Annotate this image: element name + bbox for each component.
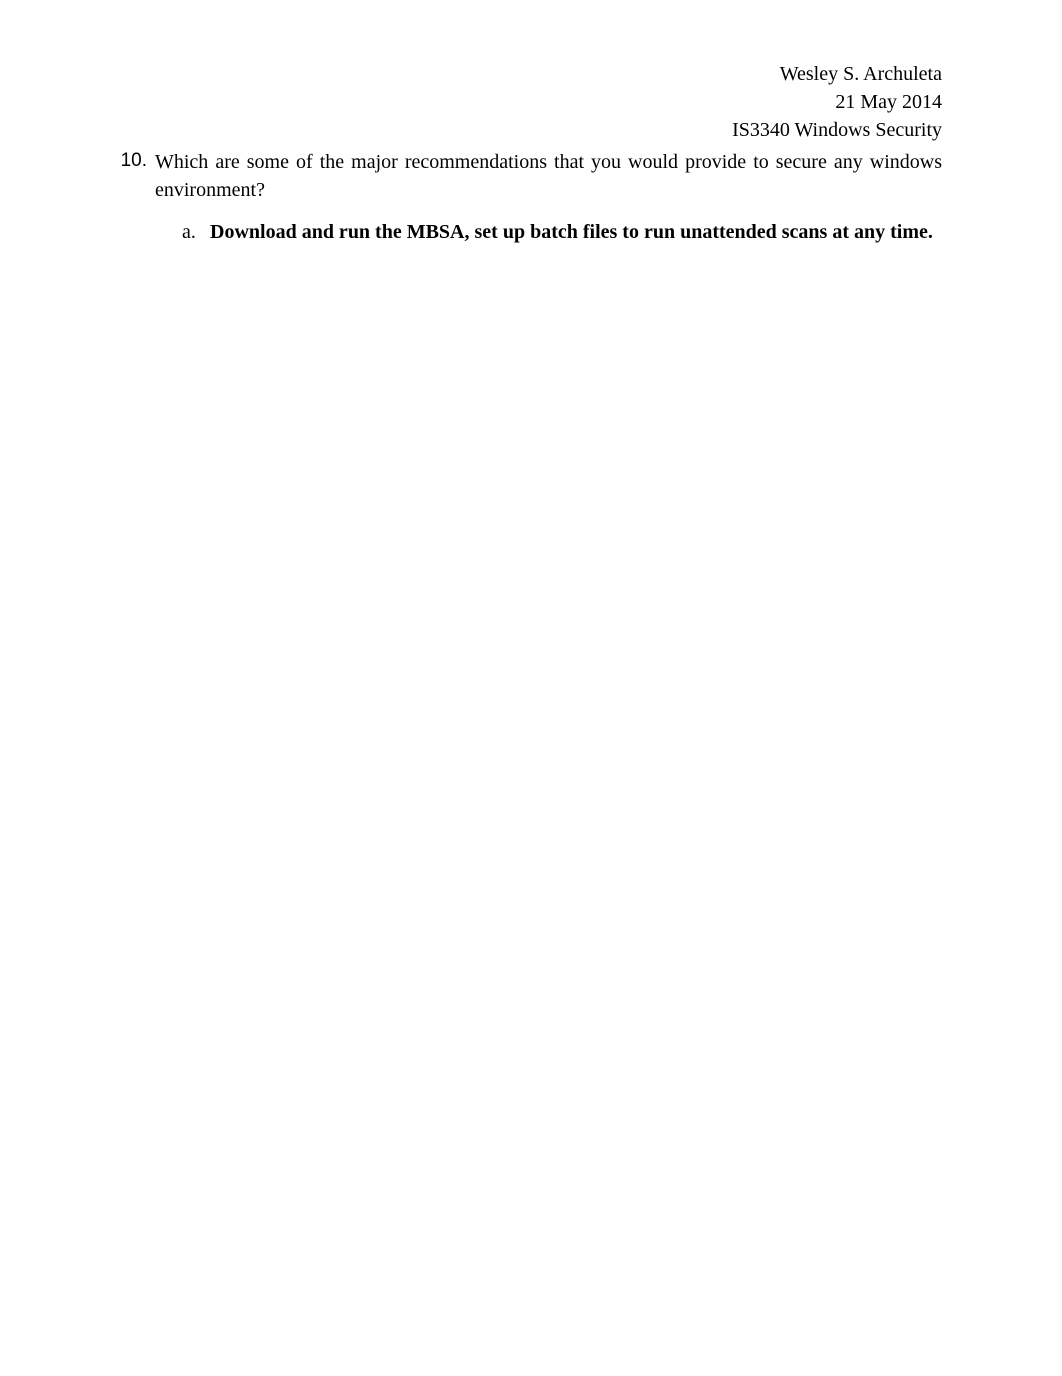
author-name: Wesley S. Archuleta — [120, 60, 942, 88]
document-header: Wesley S. Archuleta 21 May 2014 IS3340 W… — [120, 60, 942, 144]
answer-item: a. Download and run the MBSA, set up bat… — [182, 218, 942, 246]
document-content: 10. Which are some of the major recommen… — [120, 148, 942, 246]
answer-letter: a. — [182, 218, 210, 246]
question-item: 10. Which are some of the major recommen… — [120, 148, 942, 204]
document-date: 21 May 2014 — [120, 88, 942, 116]
course-name: IS3340 Windows Security — [120, 116, 942, 144]
answer-text: Download and run the MBSA, set up batch … — [210, 218, 942, 246]
answer-list: a. Download and run the MBSA, set up bat… — [120, 218, 942, 246]
question-number: 10. — [120, 148, 155, 204]
question-text: Which are some of the major recommendati… — [155, 148, 942, 204]
